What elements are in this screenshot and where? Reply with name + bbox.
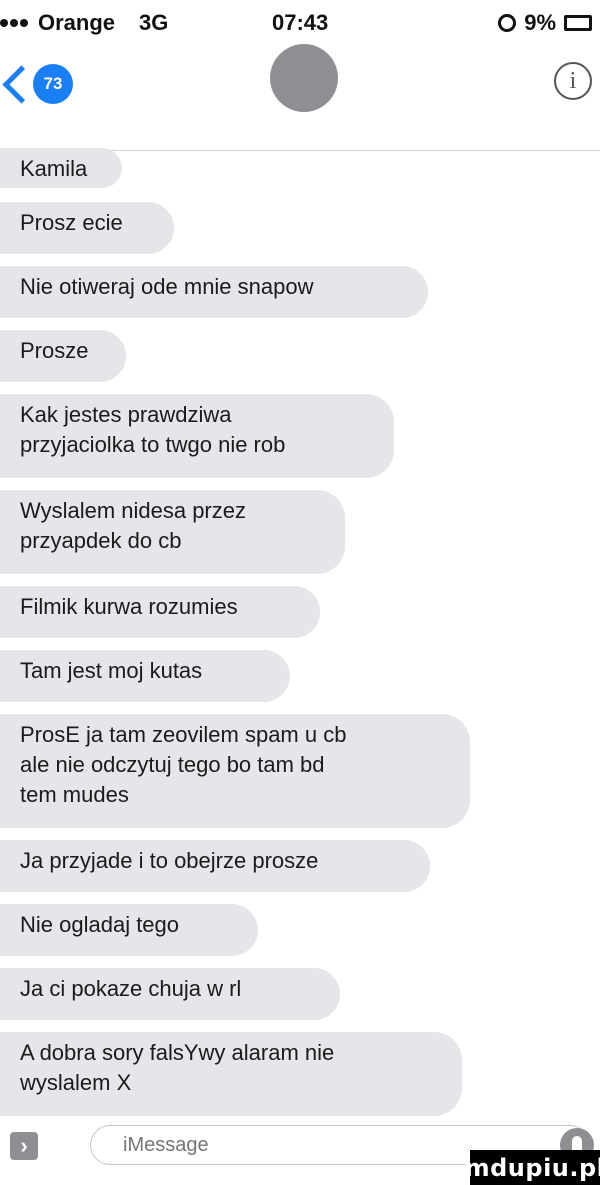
network-type: 3G bbox=[139, 10, 169, 35]
message-bubble: Tam jest moj kutas bbox=[0, 650, 290, 702]
back-button[interactable]: 73 bbox=[2, 64, 73, 104]
message-bubble: Nie otiweraj ode mnie snapow bbox=[0, 266, 428, 318]
conversation-header: 73 i bbox=[0, 42, 600, 151]
status-time: 07:43 bbox=[272, 10, 329, 35]
signal-strength-icon bbox=[0, 19, 28, 27]
message-bubble: A dobra sory falsYwy alaram nie wyslalem… bbox=[0, 1032, 462, 1116]
status-right-group: 9% bbox=[498, 10, 592, 36]
message-bubble: Ja ci pokaze chuja w rl bbox=[0, 968, 340, 1020]
battery-icon bbox=[564, 15, 592, 31]
message-bubble: Kak jestes prawdziwa przyjaciolka to twg… bbox=[0, 394, 394, 478]
message-bubble: Filmik kurwa rozumies bbox=[0, 586, 320, 638]
message-bubble: Prosze bbox=[0, 330, 126, 382]
carrier-name: Orange bbox=[38, 10, 116, 35]
message-bubble: Kamila bbox=[0, 148, 122, 188]
message-bubble: ProsE ja tam zeovilem spam u cb ale nie … bbox=[0, 714, 470, 828]
status-carrier-group: Orange 3G bbox=[0, 10, 168, 36]
info-icon[interactable]: i bbox=[554, 62, 592, 100]
message-bubble: Ja przyjade i to obejrze prosze bbox=[0, 840, 430, 892]
message-bubble: Prosz ecie bbox=[0, 202, 174, 254]
battery-level: 9% bbox=[524, 10, 556, 35]
contact-avatar[interactable] bbox=[270, 44, 338, 112]
message-bubble: Nie ogladaj tego bbox=[0, 904, 258, 956]
watermark-logo: mdupiu.pl bbox=[465, 1150, 600, 1185]
app-drawer-icon[interactable]: › bbox=[10, 1132, 38, 1160]
orientation-lock-icon bbox=[498, 14, 517, 32]
message-bubble: Wyslalem nidesa przez przyapdek do cb bbox=[0, 490, 345, 574]
chevron-left-icon bbox=[2, 64, 41, 104]
status-bar: Orange 3G 07:43 9% bbox=[0, 0, 600, 42]
